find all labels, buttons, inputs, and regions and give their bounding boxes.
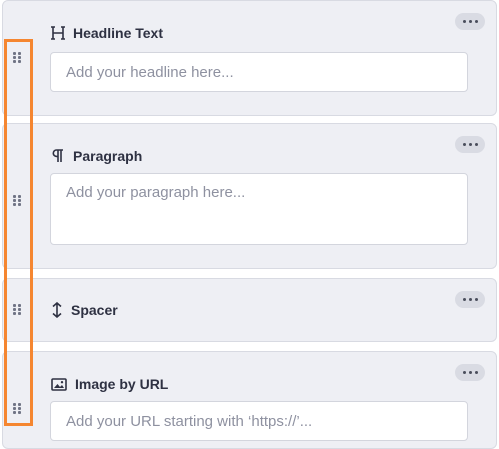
drag-handle-icon[interactable] <box>13 52 23 64</box>
block-spacer: Spacer <box>2 278 497 342</box>
drag-handle-icon[interactable] <box>13 195 23 207</box>
block-title-label: Paragraph <box>73 148 143 164</box>
more-options-button[interactable] <box>455 364 485 381</box>
paragraph-placeholder: Add your paragraph here... <box>66 184 246 201</box>
image-url-input[interactable]: Add your URL starting with ‘https://’... <box>50 401 468 441</box>
more-options-button[interactable] <box>455 136 485 153</box>
block-paragraph: Paragraph Add your paragraph here... <box>2 123 497 269</box>
block-headline-text: Headline Text Add your headline here... <box>2 0 497 116</box>
vertical-resize-icon <box>51 302 63 318</box>
paragraph-icon <box>51 149 65 163</box>
drag-handle-icon[interactable] <box>13 304 23 316</box>
block-title: Headline Text <box>51 25 163 41</box>
block-title-label: Headline Text <box>73 25 163 41</box>
block-title: Spacer <box>51 302 118 318</box>
headline-input[interactable]: Add your headline here... <box>50 52 468 92</box>
heading-icon <box>51 26 65 40</box>
block-image-by-url: Image by URL Add your URL starting with … <box>2 351 497 449</box>
headline-placeholder: Add your headline here... <box>66 63 234 81</box>
block-title: Paragraph <box>51 148 142 164</box>
more-options-button[interactable] <box>455 291 485 308</box>
block-title: Image by URL <box>51 376 168 392</box>
more-options-button[interactable] <box>455 13 485 30</box>
block-title-label: Image by URL <box>75 376 169 392</box>
image-url-placeholder: Add your URL starting with ‘https://’... <box>66 412 313 430</box>
block-title-label: Spacer <box>71 302 118 318</box>
paragraph-textarea[interactable]: Add your paragraph here... <box>50 173 468 245</box>
drag-handle-icon[interactable] <box>13 403 23 415</box>
image-icon <box>51 377 67 391</box>
